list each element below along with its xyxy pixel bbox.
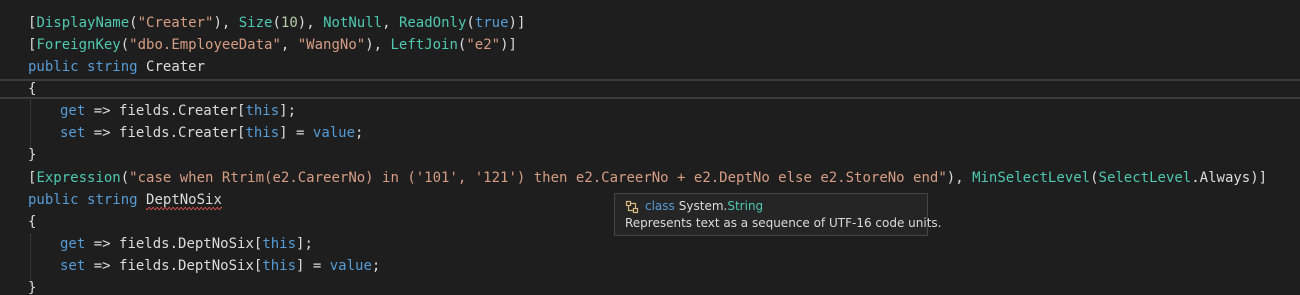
attribute-name: ReadOnly (398, 15, 467, 31)
code-line-1[interactable]: [DisplayName("Creater"), Size(10), NotNu… (28, 12, 525, 34)
token: ( (466, 15, 475, 31)
token: ( (1090, 170, 1099, 186)
token: ]; (296, 236, 313, 252)
attribute-name: Expression (36, 170, 121, 186)
string-literal: "Creater" (137, 15, 214, 31)
string-literal: "WangNo" (297, 37, 366, 53)
number-literal: 10 (280, 15, 298, 31)
attribute-name: DisplayName (36, 15, 130, 31)
keyword: set (60, 258, 86, 274)
tooltip-description: Represents text as a sequence of UTF-16 … (625, 216, 942, 230)
token: ), (946, 170, 973, 186)
token: ] = (279, 125, 313, 141)
code-line-11[interactable]: get => fields.DeptNoSix[this]; (60, 233, 313, 255)
string-literal: "e2" (466, 37, 501, 53)
keyword: this (262, 236, 297, 252)
keyword: set (60, 125, 86, 141)
token: ( (120, 37, 130, 53)
keyword: get (60, 236, 86, 252)
code-line-12[interactable]: set => fields.DeptNoSix[this] = value; (60, 255, 380, 277)
code-line-2[interactable]: [ForeignKey("dbo.EmployeeData", "WangNo"… (28, 34, 517, 56)
token: => fields.Creater[ (85, 125, 246, 141)
attribute-name: LeftJoin (390, 37, 458, 53)
tooltip-keyword: class (645, 199, 675, 213)
code-line-3[interactable]: public string Creater (28, 56, 205, 78)
keyword: public (28, 192, 79, 208)
code-line-13[interactable]: } (28, 277, 36, 295)
keyword: this (262, 258, 297, 274)
token: ( (120, 170, 130, 186)
property-name: Creater (146, 59, 206, 75)
token: => fields.DeptNoSix[ (85, 258, 263, 274)
token: ] = (296, 258, 330, 274)
tooltip-type-name[interactable]: String (727, 198, 763, 215)
keyword: get (60, 103, 86, 119)
token: , (382, 15, 399, 31)
code-editor[interactable]: [DisplayName("Creater"), Size(10), NotNu… (0, 0, 1300, 295)
token: )] (508, 15, 526, 31)
token: ; (371, 258, 381, 274)
string-literal: "case when Rtrim(e2.CareerNo) in ('101',… (129, 170, 947, 186)
quick-info-tooltip: class System. String Represents text as a… (614, 193, 942, 236)
code-line-9[interactable]: public string DeptNoSix (28, 189, 222, 211)
code-line-10[interactable]: { (28, 211, 36, 233)
code-line-6[interactable]: set => fields.Creater[this] = value; (60, 122, 363, 144)
attribute-name: Size (238, 15, 273, 31)
attribute-name: ForeignKey (36, 37, 121, 53)
open-brace: { (28, 214, 37, 230)
token: => fields.Creater[ (85, 103, 246, 119)
token: , (280, 37, 298, 53)
property-name-error[interactable]: DeptNoSix (146, 189, 222, 211)
token: ), (297, 15, 324, 31)
code-line-5[interactable]: get => fields.Creater[this]; (60, 100, 296, 122)
attribute-name: NotNull (323, 15, 383, 31)
token: => fields.DeptNoSix[ (85, 236, 263, 252)
keyword: this (245, 103, 280, 119)
open-brace: { (28, 81, 37, 97)
code-line-4[interactable]: { (28, 78, 36, 100)
token: ( (129, 15, 138, 31)
token: .Always)] (1191, 170, 1268, 186)
close-brace: } (28, 147, 37, 163)
attribute-name: MinSelectLevel (972, 170, 1091, 186)
token: ]; (279, 103, 297, 119)
token: ; (355, 125, 364, 141)
code-line-8[interactable]: [Expression("case when Rtrim(e2.CareerNo… (28, 167, 1267, 189)
token: ), (213, 15, 239, 31)
keyword: public (28, 59, 79, 75)
keyword: value (312, 125, 356, 141)
token: ), (365, 37, 391, 53)
token: )] (500, 37, 517, 53)
keyword: this (245, 125, 280, 141)
class-icon (625, 200, 639, 213)
current-line-highlight (0, 79, 1300, 99)
indent-guide (30, 100, 31, 148)
keyword: value (329, 258, 372, 274)
code-line-7[interactable]: } (28, 144, 36, 166)
enum-type-name: SelectLevel (1098, 170, 1192, 186)
keyword-string-hovered[interactable]: string (87, 192, 138, 208)
keyword: true (474, 15, 509, 31)
tooltip-namespace: System. (678, 199, 728, 213)
keyword: string (87, 59, 138, 75)
tooltip-signature: class System. String (625, 198, 917, 215)
string-literal: "dbo.EmployeeData" (129, 37, 281, 53)
close-brace: } (28, 280, 37, 295)
token: ( (272, 15, 281, 31)
